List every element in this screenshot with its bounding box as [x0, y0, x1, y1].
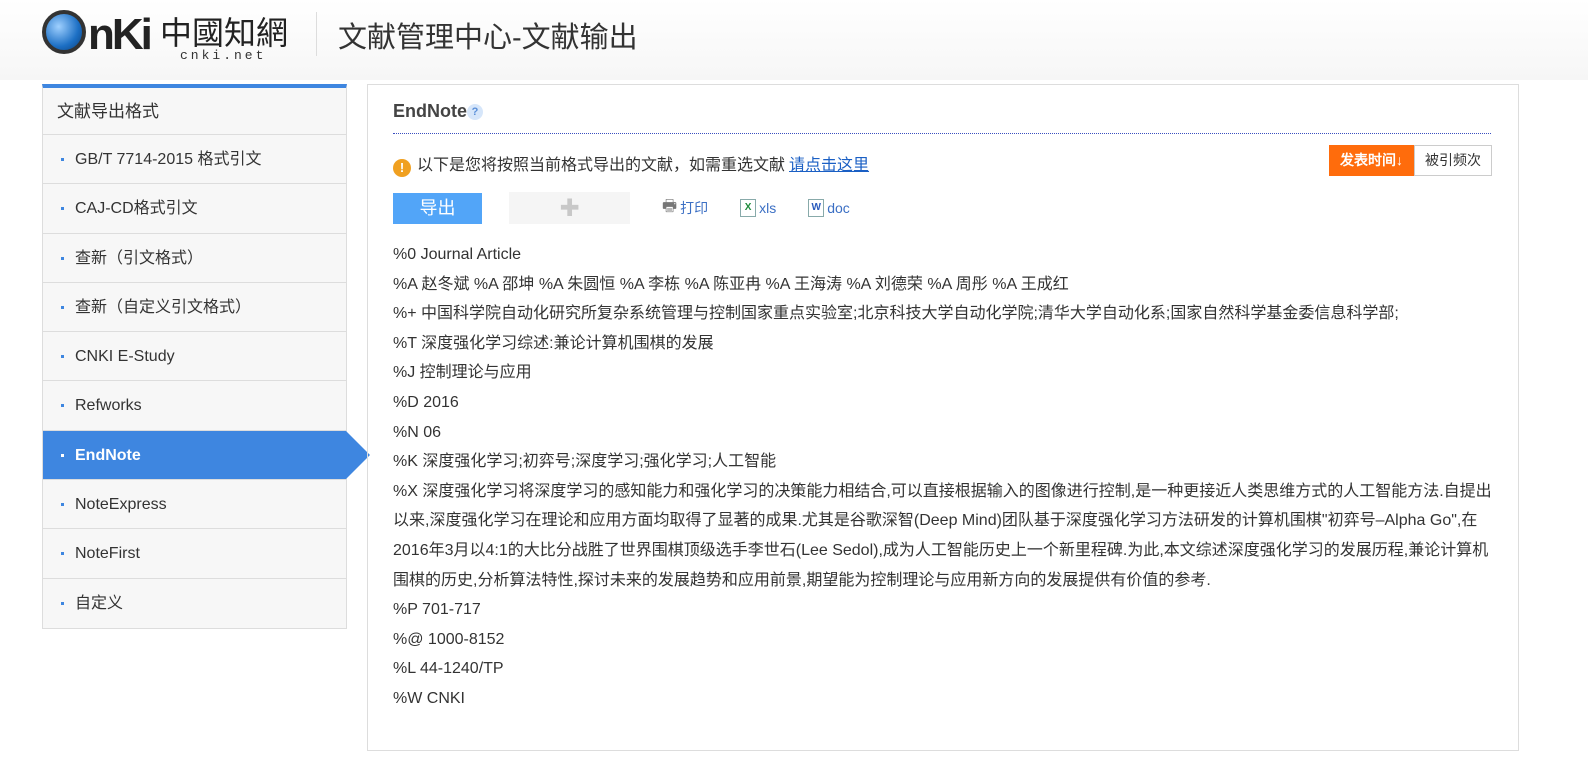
sidebar-item-notefirst[interactable]: NoteFirst	[43, 529, 346, 579]
field-line: %P 701-717	[393, 601, 481, 619]
endnote-content: %0 Journal Article %A 赵冬斌 %A 邵坤 %A 朱圆恒 %…	[393, 240, 1493, 714]
doc-button[interactable]: Wdoc	[808, 199, 850, 217]
sidebar-item-noteexpress[interactable]: NoteExpress	[43, 480, 346, 530]
sidebar-item-refworks[interactable]: Refworks	[43, 381, 346, 431]
sort-by-cited-button[interactable]: 被引频次	[1414, 145, 1492, 176]
field-line: %0 Journal Article	[393, 246, 522, 263]
header: nKi 中國知網 cnki.net 文献管理中心-文献输出	[0, 0, 1588, 80]
format-title: EndNote?	[393, 101, 483, 122]
sort-group: 发表时间↓ 被引频次	[1329, 145, 1492, 176]
notice-text: 以下是您将按照当前格式导出的文献，如需重选文献	[417, 157, 786, 174]
field-line: %T 深度强化学习综述:兼论计算机围棋的发展	[393, 334, 714, 352]
reselect-link[interactable]: 请点击这里	[789, 157, 869, 174]
xls-button[interactable]: Xxls	[740, 199, 776, 217]
format-title-text: EndNote	[393, 101, 467, 121]
divider	[316, 12, 317, 56]
sidebar-item-chaxin[interactable]: 查新（引文格式）	[43, 233, 346, 283]
field-line: %A 赵冬斌 %A 邵坤 %A 朱圆恒 %A 李栋 %A 陈亚冉 %A 王海涛 …	[393, 275, 1069, 293]
sidebar-title: 文献导出格式	[43, 88, 346, 135]
sidebar-item-caj-cd[interactable]: CAJ-CD格式引文	[43, 184, 346, 234]
print-label: 打印	[680, 200, 709, 216]
logo-sub: cnki.net	[180, 48, 267, 63]
toolbar: 导出 ✚ 🖶 打印 Xxls Wdoc	[393, 192, 850, 224]
field-line: %X 深度强化学习将深度学习的感知能力和强化学习的决策能力相结合,可以直接根据输…	[393, 482, 1492, 589]
sort-by-time-button[interactable]: 发表时间↓	[1329, 145, 1414, 176]
puzzle-icon: ✚	[559, 194, 580, 222]
xls-label: xls	[759, 200, 777, 216]
field-line: %D 2016	[393, 393, 459, 411]
sidebar-item-endnote[interactable]: EndNote	[43, 430, 370, 481]
cnki-logo[interactable]: nKi 中國知網 cnki.net	[42, 6, 292, 63]
field-line: %@ 1000-8152	[393, 630, 505, 648]
plugin-button[interactable]: ✚	[509, 192, 630, 224]
field-line: %K 深度强化学习;初弈号;深度学习;强化学习;人工智能	[393, 453, 777, 471]
main-panel: EndNote? ! 以下是您将按照当前格式导出的文献，如需重选文献 请点击这里 发…	[367, 84, 1519, 751]
warning-icon: !	[393, 159, 411, 177]
field-line: %L 44-1240/TP	[393, 660, 504, 678]
print-button[interactable]: 🖶 打印	[662, 195, 708, 222]
sidebar-item-gbt[interactable]: GB/T 7714-2015 格式引文	[43, 135, 346, 185]
word-icon: W	[808, 199, 825, 217]
sidebar-item-e-study[interactable]: CNKI E-Study	[43, 332, 346, 382]
sidebar-item-chaxin-custom[interactable]: 查新（自定义引文格式）	[43, 282, 346, 333]
sidebar: 文献导出格式 GB/T 7714-2015 格式引文 CAJ-CD格式引文 查新…	[42, 84, 370, 629]
page-title: 文献管理中心-文献输出	[338, 22, 638, 54]
excel-icon: X	[740, 199, 757, 217]
globe-icon	[42, 10, 86, 54]
sidebar-item-custom[interactable]: 自定义	[43, 578, 346, 628]
help-icon[interactable]: ?	[467, 104, 483, 121]
field-line: %W CNKI	[393, 689, 465, 707]
export-button[interactable]: 导出	[393, 192, 482, 224]
divider	[393, 133, 1491, 134]
printer-icon: 🖶	[662, 197, 678, 215]
doc-label: doc	[827, 200, 850, 216]
notice: ! 以下是您将按照当前格式导出的文献，如需重选文献 请点击这里	[393, 151, 869, 177]
field-line: %+ 中国科学院自动化研究所复杂系统管理与控制国家重点实验室;北京科技大学自动化…	[393, 305, 1399, 323]
field-line: %N 06	[393, 423, 442, 441]
field-line: %J 控制理论与应用	[393, 364, 532, 382]
